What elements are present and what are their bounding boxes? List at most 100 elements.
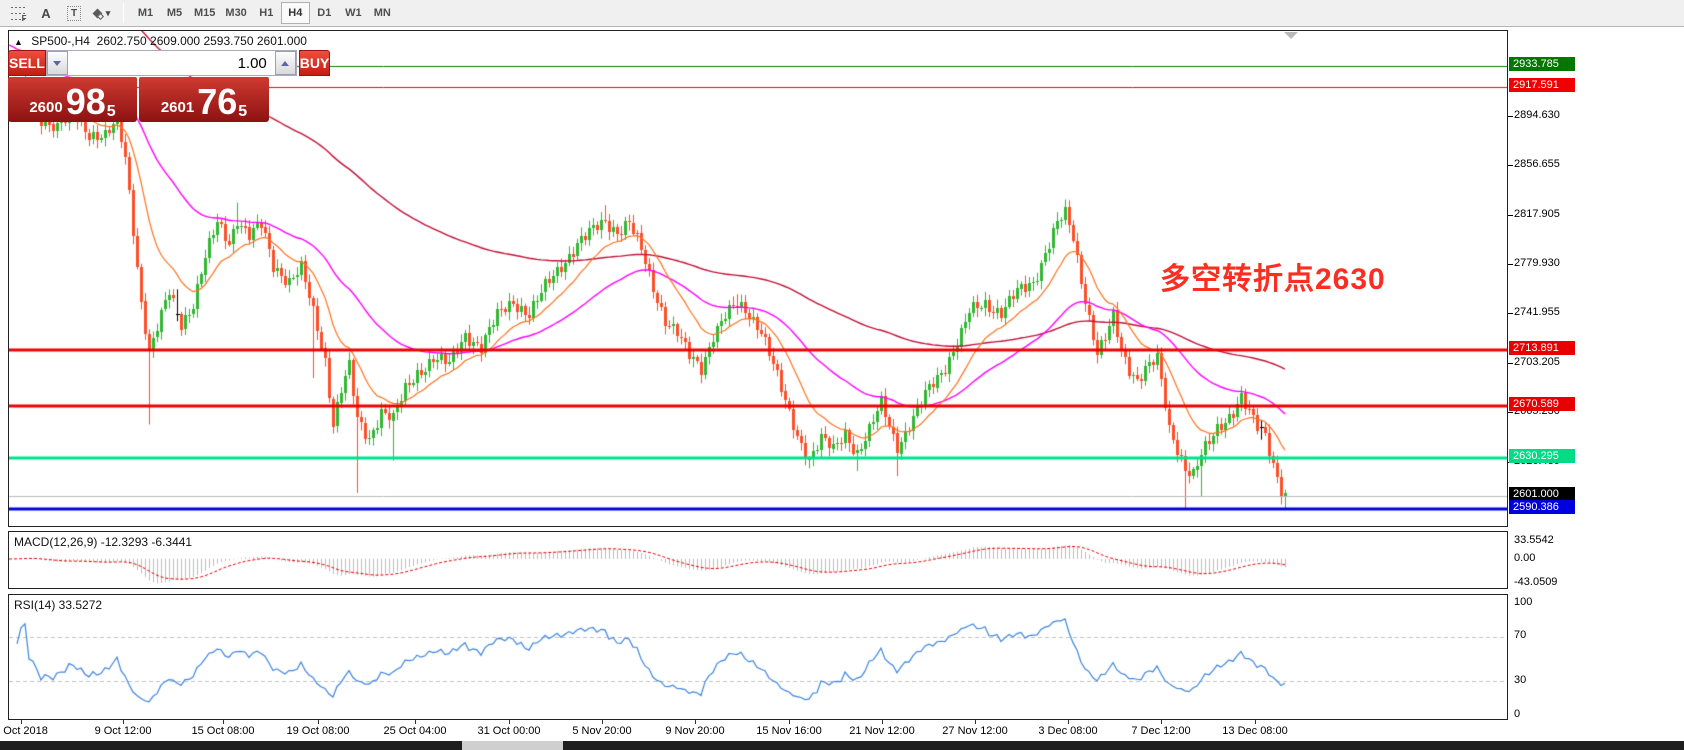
buy-price-sup: 5 — [238, 105, 247, 119]
toolbar-separator — [123, 3, 124, 23]
indicator-scale-label: 33.5542 — [1514, 534, 1554, 546]
drawing-tools-group: FAT▾ — [0, 0, 120, 26]
rsi-indicator-pane[interactable] — [8, 594, 1508, 720]
timeframe-w1-button[interactable]: W1 — [339, 2, 368, 24]
price-tick-label: 2817.905 — [1514, 208, 1560, 220]
price-level-badge: 2933.785 — [1509, 57, 1575, 71]
crosshair-fibo-icon[interactable]: F — [5, 2, 31, 24]
time-tick-mark — [123, 720, 124, 724]
timeframe-m15-button[interactable]: M15 — [189, 2, 220, 24]
buy-price-big: 76 — [197, 85, 237, 119]
price-tick-label: 2894.630 — [1514, 109, 1560, 121]
time-tick-label: 19 Oct 08:00 — [287, 725, 350, 737]
time-tick-mark — [1068, 720, 1069, 724]
time-tick-label: 13 Dec 08:00 — [1222, 725, 1287, 737]
text-label-icon[interactable]: T — [61, 2, 87, 24]
price-level-badge: 2713.891 — [1509, 341, 1575, 355]
chart-text-annotation: 多空转折点2630 — [1160, 254, 1420, 298]
sell-button[interactable]: SELL — [8, 50, 46, 76]
background-window-edge — [0, 741, 1684, 750]
price-tick-mark — [1508, 363, 1513, 364]
time-tick-label: 25 Oct 04:00 — [384, 725, 447, 737]
buy-price-prefix: 2601 — [161, 99, 194, 116]
time-tick-label: 7 Dec 12:00 — [1131, 725, 1190, 737]
background-window-segment — [462, 741, 563, 750]
time-tick-mark — [1255, 720, 1256, 724]
timeframe-h4-button[interactable]: H4 — [281, 2, 310, 24]
time-tick-mark — [602, 720, 603, 724]
timeframe-h1-button[interactable]: H1 — [252, 2, 281, 24]
time-tick-mark — [789, 720, 790, 724]
time-tick-label: 27 Nov 12:00 — [942, 725, 1007, 737]
indicator-scale-label: 100 — [1514, 596, 1532, 608]
symbol-period-label: SP500-,H4 — [31, 34, 90, 48]
macd-indicator-pane[interactable] — [8, 531, 1508, 589]
time-axis[interactable]: 3 Oct 20189 Oct 12:0015 Oct 08:0019 Oct … — [0, 720, 1684, 741]
sell-price-big: 98 — [66, 85, 106, 119]
time-tick-mark — [882, 720, 883, 724]
price-tick-mark — [1508, 215, 1513, 216]
price-level-badge: 2630.295 — [1509, 449, 1575, 463]
down-triangle-icon — [53, 61, 61, 66]
sell-price-prefix: 2600 — [29, 99, 62, 116]
rsi-canvas[interactable] — [9, 595, 1507, 719]
buy-quote[interactable]: 2601 76 5 — [139, 77, 269, 122]
timeframe-m30-button[interactable]: M30 — [220, 2, 251, 24]
mt4-chart-window: FAT▾ M1M5M15M30H1H4D1W1MN ▲ SP500-,H4 26… — [0, 0, 1684, 750]
collapse-triangle-icon[interactable]: ▲ — [14, 37, 23, 47]
one-click-trading-panel: SELL BUY 2600 98 5 2601 76 5 — [8, 50, 269, 122]
toolbar: FAT▾ M1M5M15M30H1H4D1W1MN — [0, 0, 1684, 27]
timeframe-mn-button[interactable]: MN — [368, 2, 397, 24]
volume-box — [46, 50, 297, 76]
time-tick-label: 21 Nov 12:00 — [849, 725, 914, 737]
macd-label: MACD(12,26,9) -12.3293 -6.3441 — [14, 535, 192, 549]
time-tick-mark — [21, 720, 22, 724]
time-tick-label: 3 Oct 2018 — [0, 725, 48, 737]
shapes-arrows-icon[interactable]: ▾ — [89, 2, 115, 24]
time-tick-label: 31 Oct 00:00 — [478, 725, 541, 737]
indicator-scale-label: -43.0509 — [1514, 576, 1557, 588]
price-tick-mark — [1508, 264, 1513, 265]
time-tick-mark — [223, 720, 224, 724]
price-tick-label: 2856.655 — [1514, 158, 1560, 170]
close-value: 2601.000 — [257, 34, 307, 48]
time-tick-label: 15 Nov 16:00 — [756, 725, 821, 737]
price-tick-mark — [1508, 165, 1513, 166]
price-tick-label: 2703.205 — [1514, 356, 1560, 368]
time-tick-label: 5 Nov 20:00 — [572, 725, 631, 737]
high-value: 2609.000 — [150, 34, 200, 48]
price-tick-mark — [1508, 116, 1513, 117]
time-tick-mark — [415, 720, 416, 724]
price-tick-mark — [1508, 412, 1513, 413]
time-tick-mark — [975, 720, 976, 724]
indicator-scale-label: 0.00 — [1514, 552, 1535, 564]
price-level-badge: 2917.591 — [1509, 78, 1575, 92]
timeframe-m5-button[interactable]: M5 — [160, 2, 189, 24]
volume-decrease-button[interactable] — [47, 51, 68, 75]
indicator-scale-label: 70 — [1514, 629, 1526, 641]
time-tick-mark — [695, 720, 696, 724]
text-annotation-icon[interactable]: A — [33, 2, 59, 24]
sell-price-sup: 5 — [107, 105, 116, 119]
volume-input[interactable] — [68, 51, 275, 75]
chart-shift-marker-icon[interactable] — [1284, 32, 1298, 39]
buy-button[interactable]: BUY — [299, 50, 331, 76]
timeframe-m1-button[interactable]: M1 — [131, 2, 160, 24]
chart-ohlc-header: ▲ SP500-,H4 2602.750 2609.000 2593.750 2… — [14, 34, 307, 48]
price-tick-label: 2779.930 — [1514, 257, 1560, 269]
up-triangle-icon — [281, 61, 289, 66]
sell-quote[interactable]: 2600 98 5 — [8, 77, 137, 122]
time-tick-mark — [1161, 720, 1162, 724]
open-value: 2602.750 — [97, 34, 147, 48]
price-level-badge: 2590.386 — [1509, 500, 1575, 514]
timeframe-d1-button[interactable]: D1 — [310, 2, 339, 24]
indicator-scale-label: 0 — [1514, 708, 1520, 720]
low-value: 2593.750 — [203, 34, 253, 48]
macd-canvas[interactable] — [9, 532, 1507, 588]
rsi-label: RSI(14) 33.5272 — [14, 598, 102, 612]
price-tick-label: 2741.955 — [1514, 306, 1560, 318]
volume-increase-button[interactable] — [275, 51, 296, 75]
time-tick-mark — [509, 720, 510, 724]
time-tick-mark — [318, 720, 319, 724]
indicator-scale-label: 30 — [1514, 674, 1526, 686]
